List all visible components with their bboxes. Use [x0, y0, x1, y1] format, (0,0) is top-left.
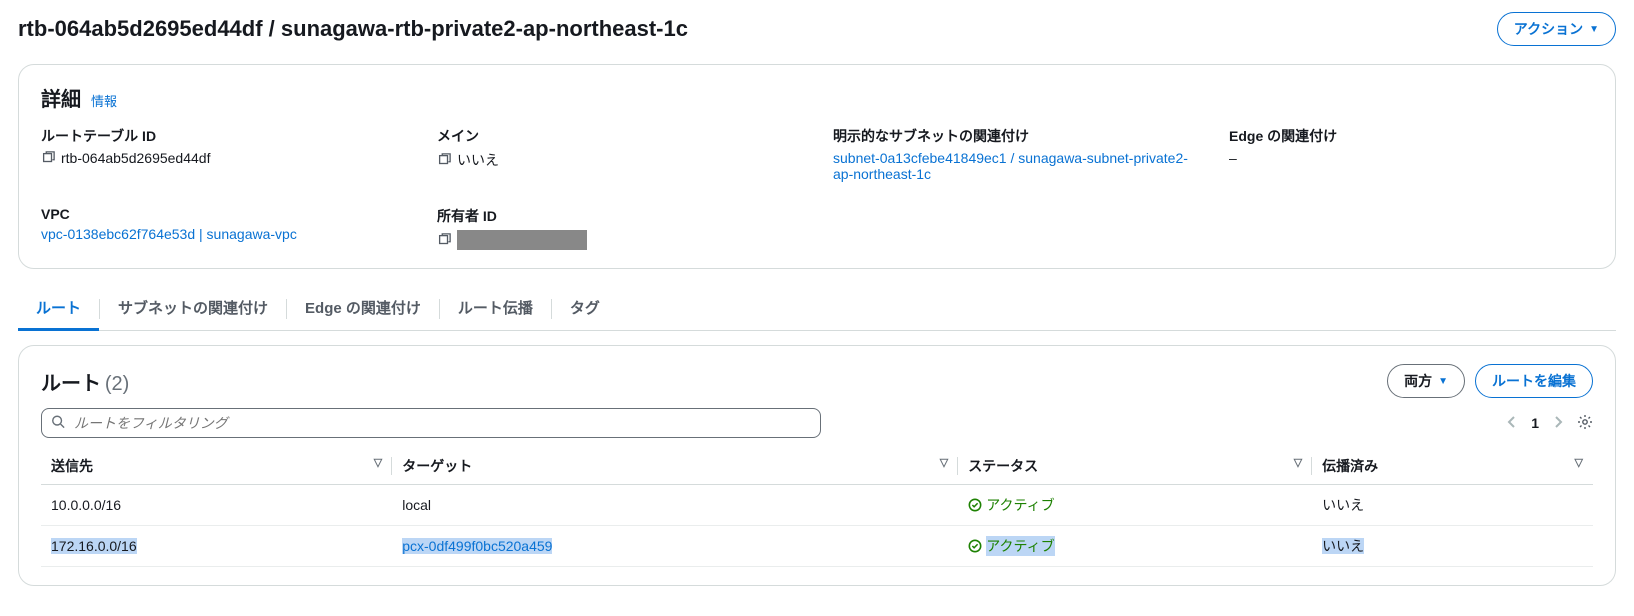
tab-4[interactable]: タグ	[552, 287, 618, 331]
detail-vpc: VPC vpc-0138ebc62f764e53d | sunagawa-vpc	[41, 206, 405, 250]
label-vpc: VPC	[41, 206, 405, 222]
cell-destination: 172.16.0.0/16	[41, 526, 392, 567]
value-owner-id-redacted	[457, 230, 587, 250]
value-vpc[interactable]: vpc-0138ebc62f764e53d | sunagawa-vpc	[41, 226, 297, 242]
prev-page[interactable]	[1507, 415, 1517, 432]
page-title: rtb-064ab5d2695ed44df / sunagawa-rtb-pri…	[18, 16, 688, 42]
detail-edge-assoc: Edge の関連付け –	[1229, 126, 1593, 182]
info-link[interactable]: 情報	[91, 91, 117, 110]
actions-button-label: アクション	[1514, 19, 1583, 39]
caret-down-icon: ▼	[1589, 24, 1599, 35]
col-propagated[interactable]: 伝播済み▽	[1312, 448, 1593, 485]
label-owner-id: 所有者 ID	[437, 206, 801, 226]
sort-icon: ▽	[940, 456, 948, 469]
tab-0[interactable]: ルート	[18, 287, 99, 331]
details-title: 詳細	[41, 83, 81, 112]
cell-target[interactable]: pcx-0df499f0bc520a459	[392, 526, 958, 567]
label-edge-assoc: Edge の関連付け	[1229, 126, 1593, 146]
tab-2[interactable]: Edge の関連付け	[287, 287, 439, 331]
next-page[interactable]	[1553, 415, 1563, 432]
detail-main: メイン いいえ	[437, 126, 801, 182]
tab-1[interactable]: サブネットの関連付け	[100, 287, 286, 331]
cell-target: local	[392, 485, 958, 526]
filter-dropdown-label: 両方	[1404, 371, 1432, 391]
copy-icon[interactable]	[41, 151, 55, 165]
value-subnet-assoc[interactable]: subnet-0a13cfebe41849ec1 / sunagawa-subn…	[833, 150, 1197, 182]
search-icon	[51, 415, 65, 432]
cell-status: アクティブ	[958, 485, 1312, 526]
col-destination[interactable]: 送信先▽	[41, 448, 392, 485]
value-edge-assoc: –	[1229, 150, 1237, 166]
label-route-table-id: ルートテーブル ID	[41, 126, 405, 146]
value-main: いいえ	[457, 150, 499, 170]
col-status[interactable]: ステータス▽	[958, 448, 1312, 485]
cell-destination: 10.0.0.0/16	[41, 485, 392, 526]
cell-propagated: いいえ	[1312, 526, 1593, 567]
filter-input[interactable]	[41, 408, 821, 438]
table-row[interactable]: 10.0.0.0/16localアクティブいいえ	[41, 485, 1593, 526]
copy-icon[interactable]	[437, 233, 451, 247]
details-panel: 詳細 情報 ルートテーブル ID rtb-064ab5d2695ed44df メ…	[18, 64, 1616, 269]
sort-icon: ▽	[1575, 456, 1583, 469]
detail-owner-id: 所有者 ID	[437, 206, 801, 250]
label-subnet-assoc: 明示的なサブネットの関連付け	[833, 126, 1197, 146]
page-number: 1	[1531, 415, 1539, 431]
table-row[interactable]: 172.16.0.0/16pcx-0df499f0bc520a459アクティブい…	[41, 526, 1593, 567]
sort-icon: ▽	[1294, 456, 1302, 469]
tabs: ルートサブネットの関連付けEdge の関連付けルート伝播タグ	[18, 287, 1616, 331]
copy-icon[interactable]	[437, 153, 451, 167]
cell-propagated: いいえ	[1312, 485, 1593, 526]
caret-down-icon: ▼	[1438, 376, 1448, 387]
routes-panel: ルート (2) 両方 ▼ ルートを編集 1	[18, 345, 1616, 586]
edit-routes-button[interactable]: ルートを編集	[1475, 364, 1593, 398]
detail-subnet-assoc: 明示的なサブネットの関連付け subnet-0a13cfebe41849ec1 …	[833, 126, 1197, 182]
value-route-table-id: rtb-064ab5d2695ed44df	[61, 150, 210, 166]
cell-status: アクティブ	[958, 526, 1312, 567]
routes-table: 送信先▽ ターゲット▽ ステータス▽ 伝播済み▽ 10.0.0.0/16loca…	[41, 448, 1593, 567]
pagination: 1	[1507, 414, 1593, 433]
sort-icon: ▽	[374, 456, 382, 469]
tab-3[interactable]: ルート伝播	[440, 287, 551, 331]
edit-routes-label: ルートを編集	[1492, 371, 1576, 391]
detail-route-table-id: ルートテーブル ID rtb-064ab5d2695ed44df	[41, 126, 405, 182]
actions-button[interactable]: アクション ▼	[1497, 12, 1616, 46]
routes-count: (2)	[105, 373, 129, 395]
filter-dropdown[interactable]: 両方 ▼	[1387, 364, 1465, 398]
label-main: メイン	[437, 126, 801, 146]
col-target[interactable]: ターゲット▽	[392, 448, 958, 485]
routes-title: ルート	[41, 373, 101, 395]
settings-icon[interactable]	[1577, 414, 1593, 433]
